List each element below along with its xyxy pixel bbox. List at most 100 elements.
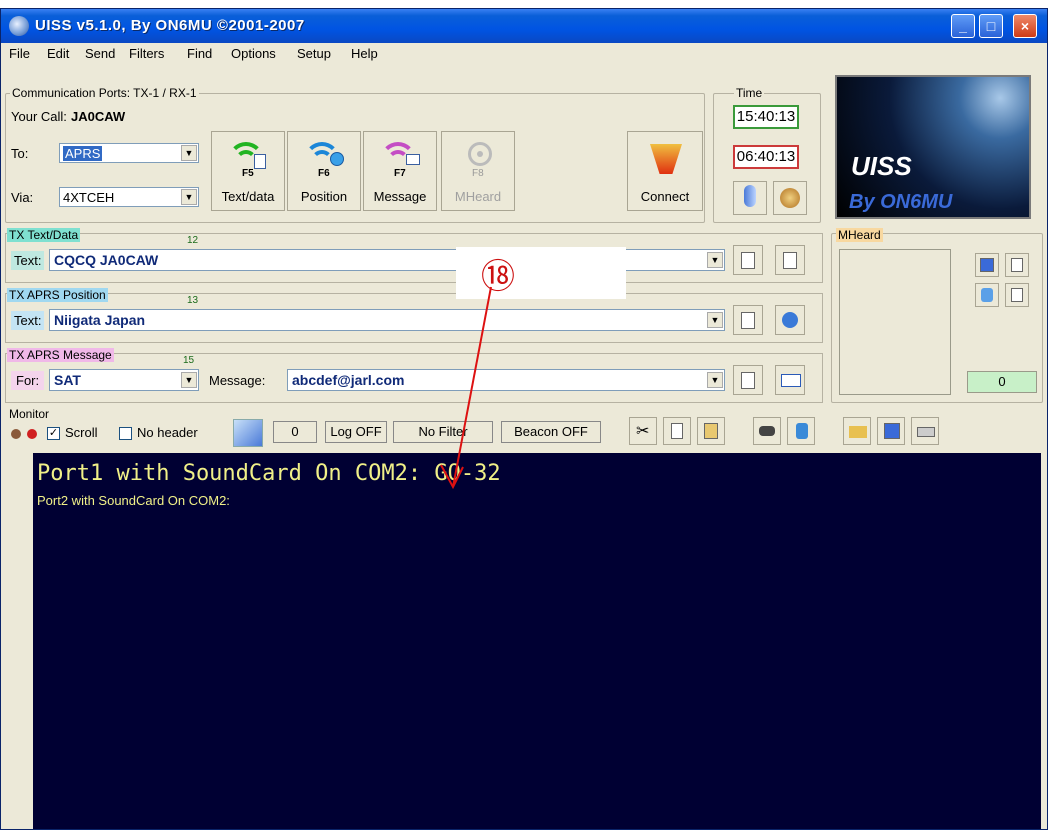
your-call-value: JA0CAW xyxy=(71,109,126,124)
tx-text-count: 12 xyxy=(187,235,199,246)
tx-message-input[interactable]: abcdef@jarl.com ▼ xyxy=(287,369,725,391)
chevron-down-icon[interactable]: ▼ xyxy=(707,252,723,268)
menu-send[interactable]: Send xyxy=(85,46,115,61)
microphone-icon[interactable] xyxy=(733,181,767,215)
tx-message-value: abcdef@jarl.com xyxy=(292,372,405,388)
time-utc: 15:40:13 xyxy=(733,105,799,129)
tx-position-value: Niigata Japan xyxy=(54,312,146,328)
save-icon[interactable] xyxy=(975,253,999,277)
color-picker-icon[interactable] xyxy=(233,419,263,447)
tx-message-label: TX APRS Message xyxy=(7,348,114,362)
window-title: UISS v5.1.0, By ON6MU ©2001-2007 xyxy=(35,17,305,34)
connect-label: Connect xyxy=(640,189,690,204)
open-folder-icon[interactable] xyxy=(843,417,871,445)
binoculars-icon[interactable] xyxy=(753,417,781,445)
edit-message-icon[interactable] xyxy=(733,365,763,395)
maximize-button[interactable]: □ xyxy=(979,14,1003,38)
via-value: 4XTCEH xyxy=(63,190,115,205)
cut-icon[interactable]: ✂ xyxy=(629,417,657,445)
chevron-down-icon[interactable]: ▼ xyxy=(707,372,723,388)
annotation-number: ⑱ xyxy=(481,257,515,297)
time-local: 06:40:13 xyxy=(733,145,799,169)
wifi-doc-icon: F5 xyxy=(228,138,270,180)
beacon-status[interactable]: Beacon OFF xyxy=(501,421,601,443)
tx-text-label: TX Text/Data xyxy=(7,228,81,242)
copy-icon[interactable] xyxy=(1005,253,1029,277)
position-label: Position xyxy=(300,189,348,204)
database-icon[interactable] xyxy=(787,417,815,445)
menu-setup[interactable]: Setup xyxy=(297,46,331,61)
title-bar[interactable]: UISS v5.1.0, By ON6MU ©2001-2007 _ □ × xyxy=(1,9,1047,43)
tx-for-combo[interactable]: SAT ▼ xyxy=(49,369,199,391)
connect-button[interactable]: Connect xyxy=(627,131,703,211)
envelope-icon[interactable] xyxy=(775,365,805,395)
minimize-button[interactable]: _ xyxy=(951,14,975,38)
monitor-line-1: Port1 with SoundCard On COM2: GO-32 xyxy=(37,461,501,486)
menu-options[interactable]: Options xyxy=(231,46,276,61)
chevron-down-icon[interactable]: ▼ xyxy=(181,189,197,205)
send-text-icon[interactable] xyxy=(775,245,805,275)
tx-message-count: 15 xyxy=(183,355,195,366)
scroll-label: Scroll xyxy=(65,425,98,440)
monitor-label: Monitor xyxy=(9,407,50,421)
tower-icon xyxy=(644,138,686,180)
wifi-envelope-icon: F7 xyxy=(380,138,422,180)
monitor-counter: 0 xyxy=(273,421,317,443)
paste-icon[interactable] xyxy=(697,417,725,445)
mheard-count: 0 xyxy=(967,371,1037,393)
monitor-area[interactable]: Port1 with SoundCard On COM2: GO-32 Port… xyxy=(33,453,1041,829)
menu-find[interactable]: Find xyxy=(187,46,212,61)
position-button[interactable]: F6 Position xyxy=(287,131,361,211)
time-label: Time xyxy=(734,86,765,100)
save-icon[interactable] xyxy=(877,417,905,445)
tx-position-field-label: Text: xyxy=(11,311,45,330)
tx-position-input[interactable]: Niigata Japan ▼ xyxy=(49,309,725,331)
filter-status[interactable]: No Filter xyxy=(393,421,493,443)
chevron-down-icon[interactable]: ▼ xyxy=(181,372,197,388)
text-data-label: Text/data xyxy=(221,189,275,204)
chevron-down-icon[interactable]: ▼ xyxy=(707,312,723,328)
menu-help[interactable]: Help xyxy=(351,46,378,61)
tx-position-label: TX APRS Position xyxy=(7,288,108,302)
via-label: Via: xyxy=(11,190,34,205)
mheard-button[interactable]: F8 MHeard xyxy=(441,131,515,211)
to-combo[interactable]: APRS ▼ xyxy=(59,143,199,163)
uiss-logo: UISS By ON6MU xyxy=(835,75,1031,219)
text-data-button[interactable]: F5 Text/data xyxy=(211,131,285,211)
log-status[interactable]: Log OFF xyxy=(325,421,387,443)
message-button[interactable]: F7 Message xyxy=(363,131,437,211)
database-icon[interactable] xyxy=(975,283,999,307)
monitor-line-2: Port2 with SoundCard On COM2: xyxy=(37,493,230,508)
tx-for-value: SAT xyxy=(54,372,81,388)
tx-for-label: For: xyxy=(11,371,45,390)
antenna-icon: F8 xyxy=(458,138,500,180)
mheard-label: MHeard xyxy=(454,189,502,204)
your-call-label: Your Call: xyxy=(11,109,67,124)
edit-position-icon[interactable] xyxy=(733,305,763,335)
no-header-label: No header xyxy=(137,425,198,440)
document-icon[interactable] xyxy=(1005,283,1029,307)
print-icon[interactable] xyxy=(911,417,939,445)
mheard-group-label: MHeard xyxy=(836,228,883,242)
menu-edit[interactable]: Edit xyxy=(47,46,69,61)
tx-text-value: CQCQ JA0CAW xyxy=(54,252,159,268)
globe-icon xyxy=(9,16,29,36)
chevron-down-icon[interactable]: ▼ xyxy=(181,145,197,161)
mheard-list[interactable] xyxy=(839,249,951,395)
menu-filters[interactable]: Filters xyxy=(129,46,164,61)
status-led-icon xyxy=(27,429,37,439)
scroll-checkbox[interactable]: ✓ xyxy=(47,427,60,440)
to-value: APRS xyxy=(63,146,103,161)
rig-control-icon[interactable] xyxy=(773,181,807,215)
top-caption-strip xyxy=(0,0,1048,8)
globe-position-icon[interactable] xyxy=(775,305,805,335)
tx-text-field-label: Text: xyxy=(11,251,45,270)
menu-file[interactable]: File xyxy=(9,46,30,61)
copy-icon[interactable] xyxy=(663,417,691,445)
menu-bar: File Edit Send Filters Find Options Setu… xyxy=(1,43,1047,65)
via-combo[interactable]: 4XTCEH ▼ xyxy=(59,187,199,207)
close-button[interactable]: × xyxy=(1013,14,1037,38)
status-led-icon xyxy=(11,429,21,439)
no-header-checkbox[interactable] xyxy=(119,427,132,440)
edit-text-icon[interactable] xyxy=(733,245,763,275)
